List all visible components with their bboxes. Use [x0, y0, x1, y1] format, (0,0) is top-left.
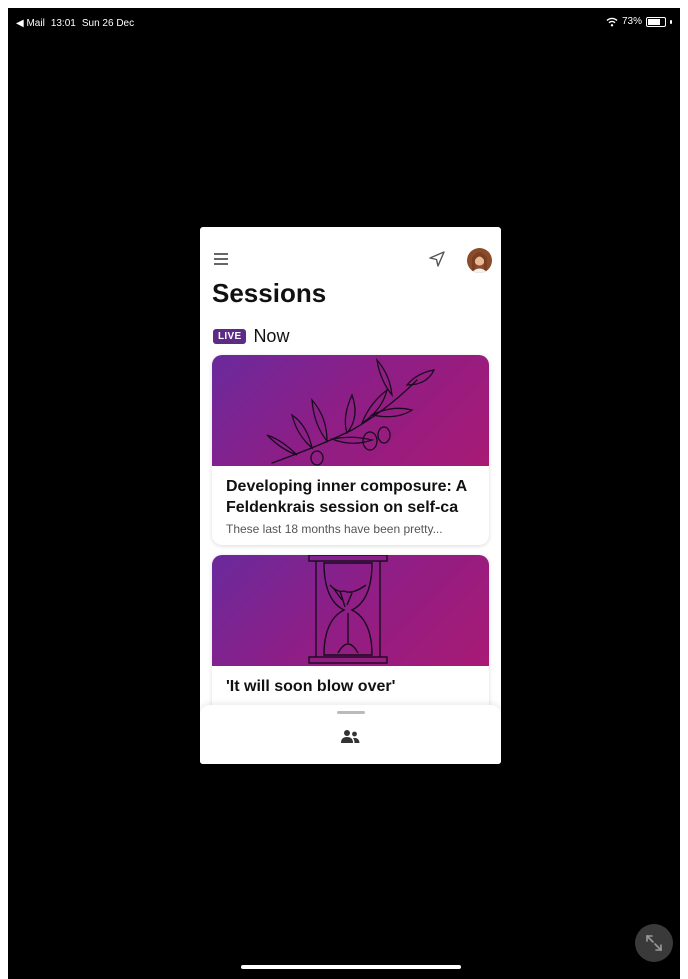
battery-icon	[646, 16, 666, 27]
status-left: ◀ Mail 13:01 Sun 26 Dec	[16, 18, 134, 29]
live-now-header: LIVE Now	[213, 326, 289, 347]
session-description	[212, 697, 489, 701]
status-date: Sun 26 Dec	[81, 18, 135, 29]
live-badge: LIVE	[213, 329, 247, 344]
status-bar: ◀ Mail 13:01 Sun 26 Dec 73%	[8, 8, 680, 30]
back-to-mail-link[interactable]: ◀ Mail	[16, 18, 45, 29]
session-card[interactable]: 'It will soon blow over'	[212, 555, 489, 715]
people-icon[interactable]	[339, 729, 361, 745]
sheet-grabber-handle[interactable]	[337, 711, 365, 714]
battery-level	[648, 18, 660, 25]
session-card[interactable]: Developing inner composure: A Feldenkrai…	[212, 355, 489, 545]
home-indicator[interactable]	[241, 965, 461, 969]
session-description: These last 18 months have been pretty...	[226, 522, 443, 536]
session-title: Developing inner composure: A Feldenkrai…	[226, 478, 467, 516]
battery-percent: 73%	[621, 16, 642, 27]
send-icon[interactable]	[428, 250, 446, 268]
bottom-navigation	[200, 705, 501, 764]
page-title: Sessions	[212, 278, 327, 308]
hourglass-icon	[308, 555, 388, 664]
olive-branch-icon	[266, 357, 436, 466]
session-card-image	[212, 555, 489, 666]
session-title: 'It will soon blow over'	[226, 678, 396, 695]
status-time: 13:01	[50, 18, 76, 29]
expand-arrows-icon	[646, 935, 662, 951]
expand-window-button[interactable]	[635, 924, 673, 962]
live-now-label: Now	[253, 326, 290, 346]
avatar[interactable]	[467, 248, 492, 273]
battery-nub	[670, 19, 672, 24]
session-card-image	[212, 355, 489, 466]
app-window: Sessions LIVE Now Developing inner compo…	[200, 227, 501, 764]
wifi-icon	[606, 17, 618, 26]
status-right: 73%	[606, 16, 672, 27]
ipad-screen: ◀ Mail 13:01 Sun 26 Dec 73% Sessions LIV…	[8, 8, 680, 979]
hamburger-menu-icon[interactable]	[214, 253, 228, 265]
